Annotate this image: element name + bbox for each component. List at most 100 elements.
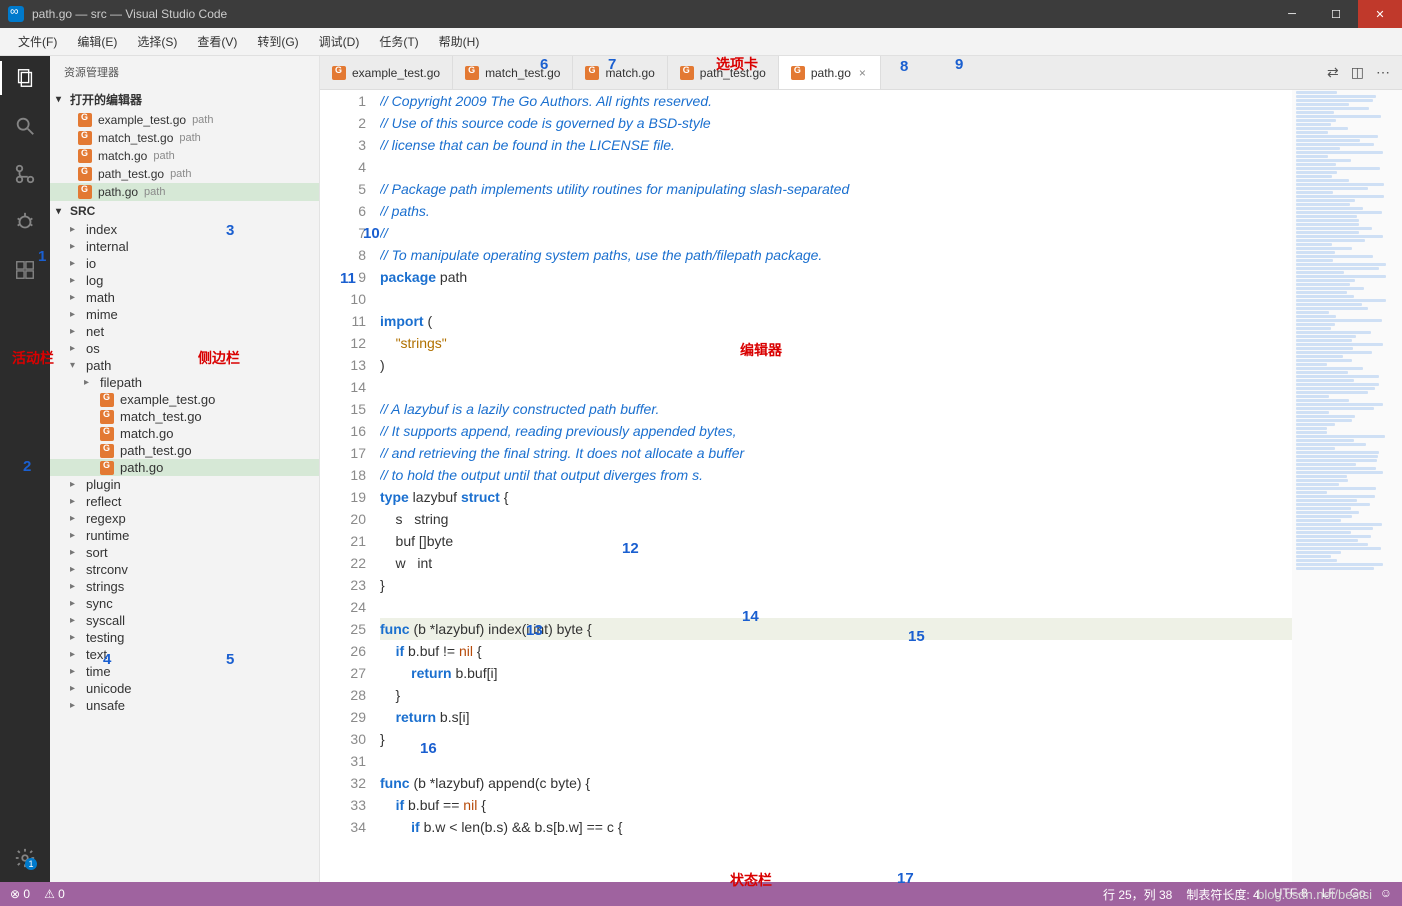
folder-item[interactable]: ▸text xyxy=(50,646,319,663)
file-tree: ▸index▸internal▸io▸log▸math▸mime▸net▸os▾… xyxy=(50,221,319,882)
menu-item[interactable]: 编辑(E) xyxy=(69,29,125,54)
folder-item[interactable]: ▸reflect xyxy=(50,493,319,510)
folder-item[interactable]: ▸unicode xyxy=(50,680,319,697)
folder-item[interactable]: ▸runtime xyxy=(50,527,319,544)
chevron-icon: ▾ xyxy=(70,360,80,371)
folder-item[interactable]: ▸syscall xyxy=(50,612,319,629)
compare-icon[interactable]: ⇄ xyxy=(1327,64,1339,81)
file-item[interactable]: match_test.go xyxy=(50,408,319,425)
more-icon[interactable]: ⋯ xyxy=(1376,64,1390,81)
file-item[interactable]: example_test.go xyxy=(50,391,319,408)
status-eol[interactable]: LF xyxy=(1322,886,1336,903)
status-warnings[interactable]: ⚠ 0 xyxy=(44,887,65,901)
editor-tabs: example_test.gomatch_test.gomatch.gopath… xyxy=(320,56,1402,90)
open-editor-item[interactable]: example_test.go path xyxy=(50,111,319,129)
line-gutter: 1234567891011121314151617181920212223242… xyxy=(320,90,380,882)
file-item[interactable]: match.go xyxy=(50,425,319,442)
close-tab-icon[interactable]: × xyxy=(857,66,868,80)
chevron-icon: ▸ xyxy=(70,241,80,252)
go-file-icon xyxy=(680,66,694,80)
status-language[interactable]: Go xyxy=(1350,886,1366,903)
go-file-icon xyxy=(100,461,114,475)
folder-item[interactable]: ▸testing xyxy=(50,629,319,646)
menu-item[interactable]: 转到(G) xyxy=(249,29,306,54)
status-position[interactable]: 行 25，列 38 xyxy=(1103,886,1172,903)
folder-item[interactable]: ▸time xyxy=(50,663,319,680)
folder-item[interactable]: ▸filepath xyxy=(50,374,319,391)
menu-item[interactable]: 查看(V) xyxy=(189,29,245,54)
editor-tab[interactable]: path_test.go xyxy=(668,56,779,89)
folder-item[interactable]: ▸mime xyxy=(50,306,319,323)
go-file-icon xyxy=(78,185,92,199)
extensions-icon[interactable] xyxy=(11,256,39,284)
menu-item[interactable]: 任务(T) xyxy=(371,29,426,54)
chevron-icon: ▸ xyxy=(70,615,80,626)
open-editor-item[interactable]: path.go path xyxy=(50,183,319,201)
chevron-icon: ▸ xyxy=(70,598,80,609)
folder-item[interactable]: ▸strings xyxy=(50,578,319,595)
folder-item[interactable]: ▸unsafe xyxy=(50,697,319,714)
menu-item[interactable]: 帮助(H) xyxy=(431,29,488,54)
code-content[interactable]: // Copyright 2009 The Go Authors. All ri… xyxy=(380,90,1292,882)
editor-tab[interactable]: match_test.go xyxy=(453,56,573,89)
folder-item[interactable]: ▸math xyxy=(50,289,319,306)
open-editor-item[interactable]: match.go path xyxy=(50,147,319,165)
minimap[interactable] xyxy=(1292,90,1402,882)
status-feedback-icon[interactable]: ☺ xyxy=(1380,886,1392,903)
minimize-button[interactable]: ─ xyxy=(1270,0,1314,28)
editor-tab[interactable]: example_test.go xyxy=(320,56,453,89)
close-button[interactable]: ✕ xyxy=(1358,0,1402,28)
maximize-button[interactable]: ☐ xyxy=(1314,0,1358,28)
go-file-icon xyxy=(78,149,92,163)
editor-tab[interactable]: path.go× xyxy=(779,56,881,89)
status-encoding[interactable]: UTF-8 xyxy=(1274,886,1308,903)
menu-item[interactable]: 调试(D) xyxy=(311,29,368,54)
editor-tab[interactable]: match.go xyxy=(573,56,667,89)
folder-item[interactable]: ▸internal xyxy=(50,238,319,255)
go-file-icon xyxy=(465,66,479,80)
chevron-icon: ▸ xyxy=(70,326,80,337)
search-icon[interactable] xyxy=(11,112,39,140)
settings-gear-icon[interactable]: 1 xyxy=(11,844,39,872)
status-spaces[interactable]: 制表符长度: 4 xyxy=(1186,886,1259,903)
window-controls: ─ ☐ ✕ xyxy=(1270,0,1402,28)
editor-group: example_test.gomatch_test.gomatch.gopath… xyxy=(320,56,1402,882)
workspace-header[interactable]: ▾SRC xyxy=(50,201,319,221)
folder-item[interactable]: ▸index xyxy=(50,221,319,238)
status-errors[interactable]: ⊗ 0 xyxy=(10,887,30,901)
open-editor-item[interactable]: match_test.go path xyxy=(50,129,319,147)
chevron-icon: ▸ xyxy=(70,530,80,541)
sidebar: 资源管理器 ▾打开的编辑器 example_test.go pathmatch_… xyxy=(50,56,320,882)
chevron-icon: ▸ xyxy=(70,224,80,235)
folder-item[interactable]: ▸net xyxy=(50,323,319,340)
folder-item[interactable]: ▸regexp xyxy=(50,510,319,527)
folder-item[interactable]: ▸log xyxy=(50,272,319,289)
editor-area[interactable]: 1234567891011121314151617181920212223242… xyxy=(320,90,1402,882)
folder-item[interactable]: ▸os xyxy=(50,340,319,357)
open-editors-header[interactable]: ▾打开的编辑器 xyxy=(50,88,319,111)
go-file-icon xyxy=(332,66,346,80)
file-item[interactable]: path_test.go xyxy=(50,442,319,459)
split-icon[interactable]: ◫ xyxy=(1351,64,1364,81)
folder-item[interactable]: ▸sync xyxy=(50,595,319,612)
file-item[interactable]: path.go xyxy=(50,459,319,476)
chevron-icon: ▸ xyxy=(70,649,80,660)
open-editors-list: example_test.go pathmatch_test.go pathma… xyxy=(50,111,319,201)
source-control-icon[interactable] xyxy=(11,160,39,188)
chevron-icon: ▸ xyxy=(70,581,80,592)
folder-item[interactable]: ▾path xyxy=(50,357,319,374)
folder-item[interactable]: ▸strconv xyxy=(50,561,319,578)
explorer-icon[interactable] xyxy=(11,64,39,92)
open-editor-item[interactable]: path_test.go path xyxy=(50,165,319,183)
folder-item[interactable]: ▸plugin xyxy=(50,476,319,493)
debug-icon[interactable] xyxy=(11,208,39,236)
folder-item[interactable]: ▸io xyxy=(50,255,319,272)
go-file-icon xyxy=(100,444,114,458)
folder-item[interactable]: ▸sort xyxy=(50,544,319,561)
go-file-icon xyxy=(100,410,114,424)
activity-bar: 1 xyxy=(0,56,50,882)
vscode-icon xyxy=(8,6,24,22)
menu-item[interactable]: 文件(F) xyxy=(10,29,65,54)
chevron-icon: ▸ xyxy=(70,309,80,320)
menu-item[interactable]: 选择(S) xyxy=(129,29,185,54)
